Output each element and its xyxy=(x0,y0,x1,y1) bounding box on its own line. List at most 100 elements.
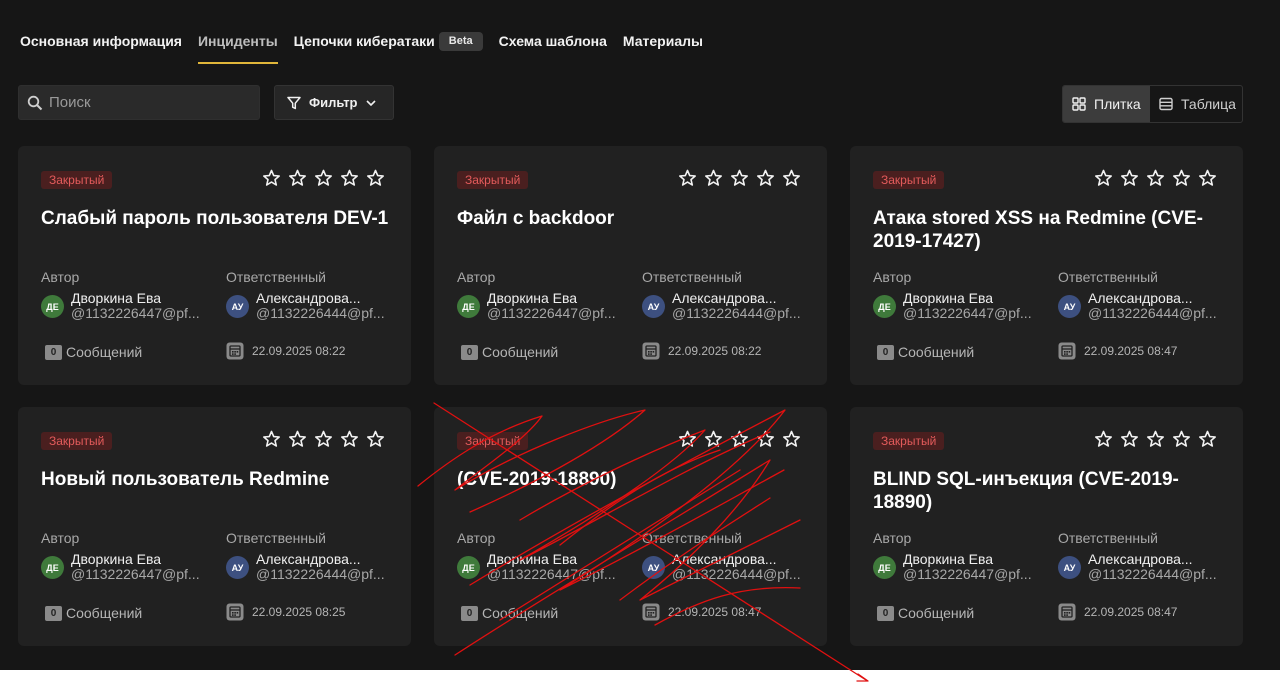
star-icon[interactable] xyxy=(678,169,697,187)
star-icon[interactable] xyxy=(340,430,359,448)
view-toggle: Плитка Таблица xyxy=(1062,85,1243,123)
avatar: ДЕ xyxy=(873,295,896,318)
avatar: ДЕ xyxy=(457,556,480,579)
rating-stars xyxy=(255,169,385,187)
star-icon[interactable] xyxy=(366,430,385,448)
incident-title[interactable]: Файл с backdoor xyxy=(457,207,807,230)
incident-date-text: 22.09.2025 08:47 xyxy=(1084,605,1178,619)
author-label: Автор xyxy=(41,530,80,546)
messages-label: Сообщений xyxy=(482,344,559,360)
tab-main-info[interactable]: Основная информация xyxy=(20,26,182,64)
search-box xyxy=(18,85,260,120)
responsible-name: Александрова... xyxy=(672,551,777,567)
tab-bar: Основная информация Инциденты Цепочки ки… xyxy=(20,26,719,64)
avatar: ДЕ xyxy=(457,295,480,318)
star-icon[interactable] xyxy=(704,430,723,448)
responsible-label: Ответственный xyxy=(226,269,326,285)
star-icon[interactable] xyxy=(782,430,801,448)
responsible-info: АУ Александрова... @1132226444@pf... xyxy=(226,291,385,321)
author-info: ДЕ Дворкина Ева @1132226447@pf... xyxy=(457,291,616,321)
star-icon[interactable] xyxy=(288,169,307,187)
star-icon[interactable] xyxy=(678,430,697,448)
incident-title[interactable]: Слабый пароль пользователя DEV-1 xyxy=(41,207,391,230)
rating-stars xyxy=(671,430,801,448)
messages-label: Сообщений xyxy=(66,344,143,360)
messages-count: 0 xyxy=(877,344,894,360)
star-icon[interactable] xyxy=(288,430,307,448)
incident-card[interactable]: Закрытый Атака stored XSS на Redmine (CV… xyxy=(850,146,1243,385)
star-icon[interactable] xyxy=(1120,169,1139,187)
star-icon[interactable] xyxy=(756,169,775,187)
star-icon[interactable] xyxy=(314,430,333,448)
star-icon[interactable] xyxy=(1198,169,1217,187)
incident-date-text: 22.09.2025 08:22 xyxy=(252,344,346,358)
grid-icon xyxy=(1072,97,1086,111)
star-icon[interactable] xyxy=(1146,169,1165,187)
view-tiles-label: Плитка xyxy=(1094,96,1141,112)
star-icon[interactable] xyxy=(262,430,281,448)
star-icon[interactable] xyxy=(1172,169,1191,187)
avatar: АУ xyxy=(642,556,665,579)
responsible-handle: @1132226444@pf... xyxy=(1088,305,1217,321)
incident-card[interactable]: Закрытый Новый пользователь Redmine Авто… xyxy=(18,407,411,646)
table-icon xyxy=(1159,97,1173,111)
star-icon[interactable] xyxy=(1094,430,1113,448)
rating-stars xyxy=(255,430,385,448)
responsible-label: Ответственный xyxy=(642,269,742,285)
incident-date: 22.09.2025 08:47 xyxy=(642,603,761,621)
star-icon[interactable] xyxy=(262,169,281,187)
messages-counter: 0 Сообщений xyxy=(45,605,142,621)
incident-card[interactable]: Закрытый BLIND SQL-инъекция (CVE-2019-18… xyxy=(850,407,1243,646)
responsible-name: Александрова... xyxy=(256,290,361,306)
avatar: АУ xyxy=(1058,556,1081,579)
incident-date-text: 22.09.2025 08:25 xyxy=(252,605,346,619)
star-icon[interactable] xyxy=(366,169,385,187)
incident-card[interactable]: Закрытый Слабый пароль пользователя DEV-… xyxy=(18,146,411,385)
responsible-info: АУ Александрова... @1132226444@pf... xyxy=(642,552,801,582)
star-icon[interactable] xyxy=(340,169,359,187)
incident-card[interactable]: Закрытый (CVE-2019-18890) Автор Ответств… xyxy=(434,407,827,646)
star-icon[interactable] xyxy=(1172,430,1191,448)
star-icon[interactable] xyxy=(782,169,801,187)
incident-date-text: 22.09.2025 08:47 xyxy=(668,605,762,619)
responsible-label: Ответственный xyxy=(1058,269,1158,285)
view-tiles-button[interactable]: Плитка xyxy=(1063,86,1150,122)
tab-attack-chains-label: Цепочки кибератаки xyxy=(293,33,435,49)
tab-template-schema[interactable]: Схема шаблона xyxy=(499,26,607,64)
author-name: Дворкина Ева xyxy=(487,551,578,567)
incident-title[interactable]: BLIND SQL-инъекция (CVE-2019-18890) xyxy=(873,468,1223,514)
star-icon[interactable] xyxy=(756,430,775,448)
messages-count: 0 xyxy=(461,344,478,360)
view-table-label: Таблица xyxy=(1181,96,1236,112)
star-icon[interactable] xyxy=(704,169,723,187)
messages-counter: 0 Сообщений xyxy=(461,344,558,360)
author-name: Дворкина Ева xyxy=(903,290,994,306)
star-icon[interactable] xyxy=(730,169,749,187)
star-icon[interactable] xyxy=(314,169,333,187)
incident-title[interactable]: (CVE-2019-18890) xyxy=(457,468,807,491)
star-icon[interactable] xyxy=(1120,430,1139,448)
responsible-handle: @1132226444@pf... xyxy=(672,566,801,582)
messages-label: Сообщений xyxy=(898,344,975,360)
avatar: АУ xyxy=(642,295,665,318)
avatar: ДЕ xyxy=(873,556,896,579)
filter-label: Фильтр xyxy=(309,95,358,110)
star-icon[interactable] xyxy=(1198,430,1217,448)
responsible-label: Ответственный xyxy=(226,530,326,546)
search-input[interactable] xyxy=(49,94,249,111)
star-icon[interactable] xyxy=(1094,169,1113,187)
responsible-handle: @1132226444@pf... xyxy=(256,566,385,582)
incident-title[interactable]: Атака stored XSS на Redmine (CVE-2019-17… xyxy=(873,207,1223,253)
star-icon[interactable] xyxy=(730,430,749,448)
tab-incidents[interactable]: Инциденты xyxy=(197,26,278,64)
star-icon[interactable] xyxy=(1146,430,1165,448)
incident-card[interactable]: Закрытый Файл с backdoor Автор Ответстве… xyxy=(434,146,827,385)
status-badge: Закрытый xyxy=(873,171,945,189)
tab-materials[interactable]: Материалы xyxy=(623,26,703,64)
incident-title[interactable]: Новый пользователь Redmine xyxy=(41,468,391,491)
author-handle: @1132226447@pf... xyxy=(903,305,1032,321)
view-table-button[interactable]: Таблица xyxy=(1150,86,1236,122)
filter-button[interactable]: Фильтр xyxy=(274,85,394,120)
responsible-label: Ответственный xyxy=(1058,530,1158,546)
tab-attack-chains[interactable]: Цепочки кибератаки Beta xyxy=(294,26,483,64)
